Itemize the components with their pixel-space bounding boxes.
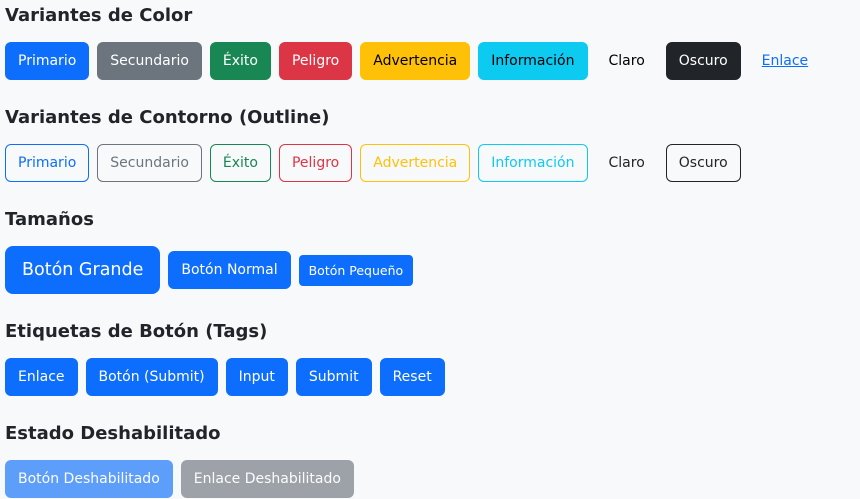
tags-row: Enlace Botón (Submit) Input Submit Reset bbox=[5, 358, 453, 396]
outline-info-button[interactable]: Información bbox=[478, 144, 588, 182]
secondary-button[interactable]: Secundario bbox=[97, 42, 202, 80]
color-variants-row: Primario Secundario Éxito Peligro Advert… bbox=[5, 42, 829, 80]
success-button[interactable]: Éxito bbox=[209, 42, 271, 80]
outline-secondary-button[interactable]: Secundario bbox=[97, 144, 202, 182]
warning-button[interactable]: Advertencia bbox=[360, 42, 471, 80]
danger-button[interactable]: Peligro bbox=[278, 42, 353, 80]
primary-button[interactable]: Primario bbox=[5, 42, 90, 80]
tag-reset-button[interactable]: Reset bbox=[379, 358, 445, 396]
disabled-row: Botón Deshabilitado Enlace Deshabilitado bbox=[5, 460, 362, 498]
disabled-button[interactable]: Botón Deshabilitado bbox=[5, 460, 173, 498]
info-button[interactable]: Información bbox=[478, 42, 588, 80]
outline-variants-row: Primario Secundario Éxito Peligro Advert… bbox=[5, 144, 749, 182]
outline-warning-button[interactable]: Advertencia bbox=[360, 144, 471, 182]
tag-input-button[interactable]: Input bbox=[225, 358, 288, 396]
outline-primary-button[interactable]: Primario bbox=[5, 144, 90, 182]
section-title-color-variants: Variantes de Color bbox=[5, 5, 193, 26]
dark-button[interactable]: Oscuro bbox=[665, 42, 741, 80]
sizes-row: Botón Grande Botón Normal Botón Pequeño bbox=[5, 246, 421, 294]
tag-submit-button[interactable]: Botón (Submit) bbox=[85, 358, 218, 396]
tag-input-submit-button[interactable]: Submit bbox=[295, 358, 372, 396]
small-button[interactable]: Botón Pequeño bbox=[298, 254, 414, 286]
tag-link-button[interactable]: Enlace bbox=[5, 358, 78, 396]
disabled-link-button[interactable]: Enlace Deshabilitado bbox=[180, 460, 354, 498]
section-title-tags: Etiquetas de Botón (Tags) bbox=[5, 321, 268, 342]
outline-dark-button[interactable]: Oscuro bbox=[665, 144, 741, 182]
outline-success-button[interactable]: Éxito bbox=[209, 144, 271, 182]
section-title-disabled: Estado Deshabilitado bbox=[5, 423, 221, 444]
section-title-outline-variants: Variantes de Contorno (Outline) bbox=[5, 107, 330, 128]
outline-light-button[interactable]: Claro bbox=[595, 144, 658, 182]
large-button[interactable]: Botón Grande bbox=[5, 246, 161, 294]
link-button[interactable]: Enlace bbox=[749, 42, 822, 80]
outline-danger-button[interactable]: Peligro bbox=[278, 144, 353, 182]
light-button[interactable]: Claro bbox=[595, 42, 658, 80]
section-title-sizes: Tamaños bbox=[5, 209, 94, 230]
normal-button[interactable]: Botón Normal bbox=[168, 251, 291, 289]
